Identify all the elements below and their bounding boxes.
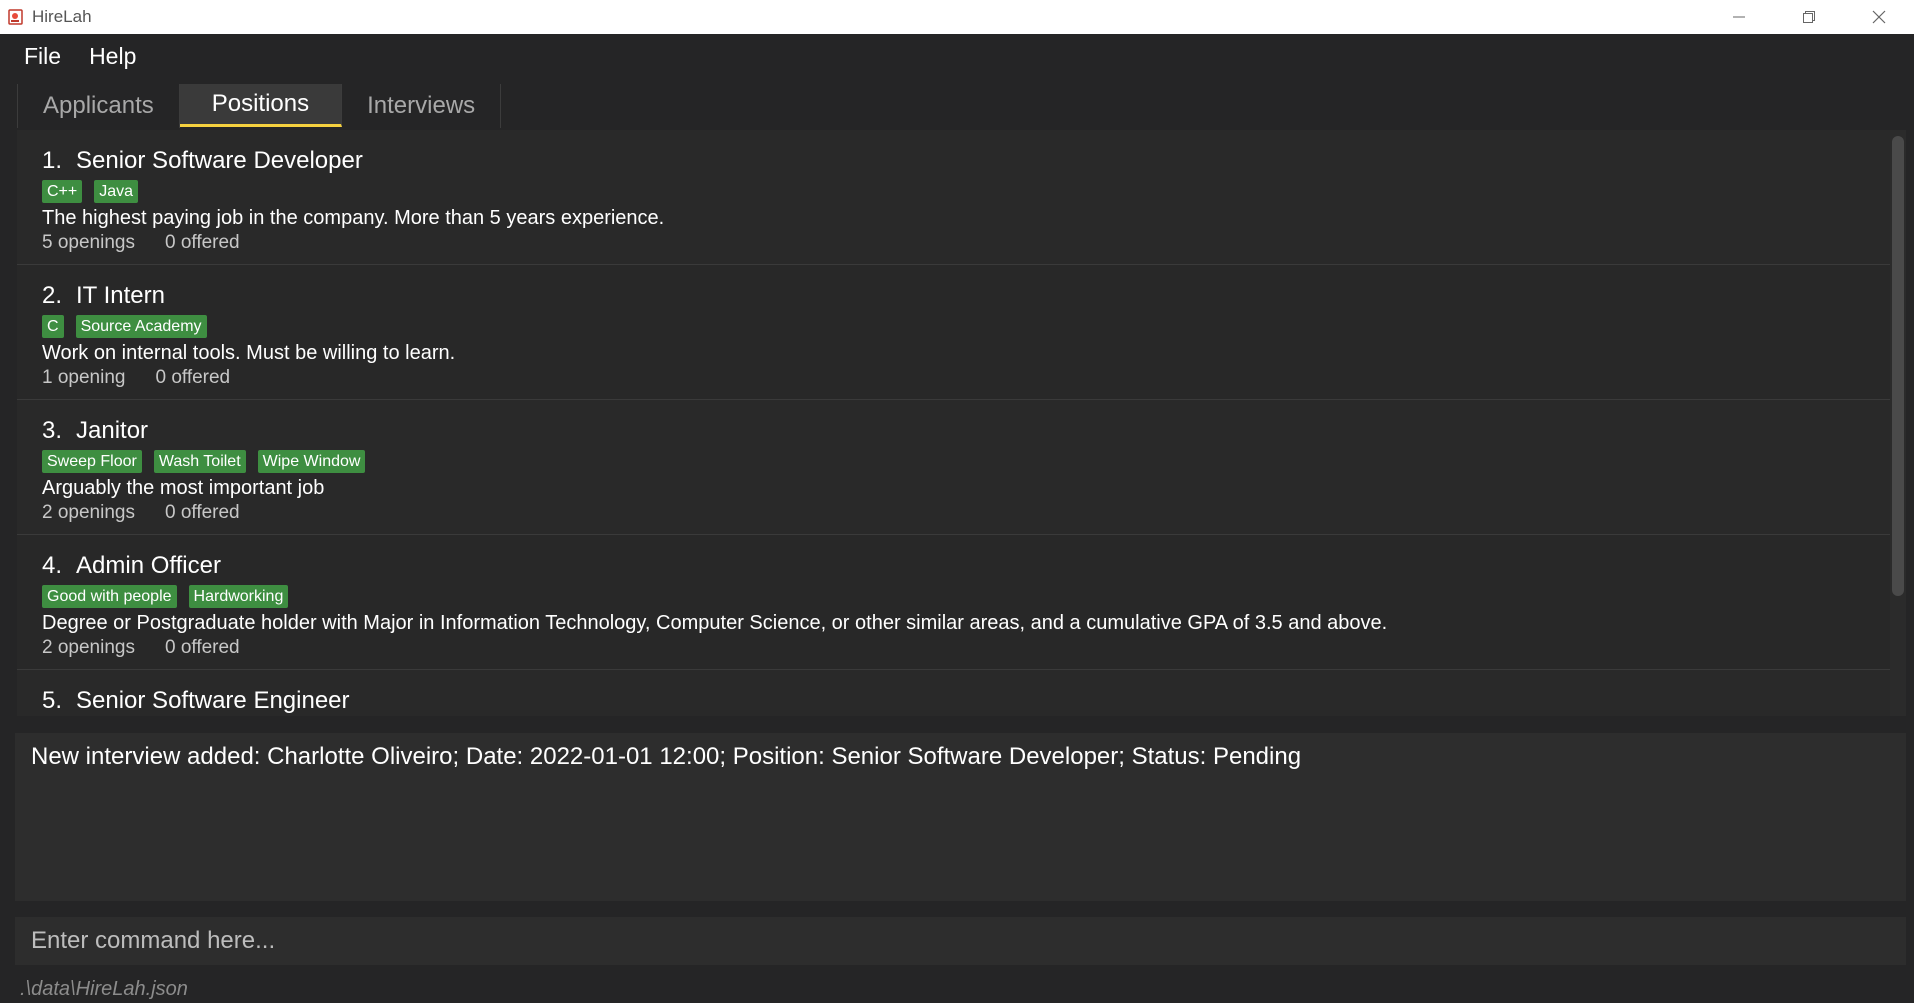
tab-bar: Applicants Positions Interviews xyxy=(17,84,502,128)
position-description: Work on internal tools. Must be willing … xyxy=(42,342,456,364)
position-index: 3. xyxy=(42,417,63,444)
menu-bar: File Help xyxy=(0,34,1914,78)
openings-count: 5 openings xyxy=(42,232,135,253)
tag-badge: Good with people xyxy=(42,585,177,608)
result-display: New interview added: Charlotte Oliveiro;… xyxy=(15,733,1906,901)
status-bar-file-path: .\data\HireLah.json xyxy=(20,978,188,1000)
menu-help[interactable]: Help xyxy=(89,43,136,70)
position-title: Janitor xyxy=(76,417,149,444)
offered-count: 0 offered xyxy=(164,232,240,253)
tag-badge: C xyxy=(42,315,64,338)
tag-badge: Source Academy xyxy=(75,315,207,338)
close-button[interactable] xyxy=(1844,0,1914,34)
window-title: HireLah xyxy=(32,7,92,26)
tag-badge: Wipe Window xyxy=(257,450,366,473)
position-title: IT Intern xyxy=(76,282,165,309)
app-logo-icon xyxy=(7,8,25,26)
position-index: 5. xyxy=(42,687,63,714)
tab-positions[interactable]: Positions xyxy=(179,84,343,127)
position-title: Admin Officer xyxy=(76,552,221,579)
position-title: Senior Software Developer xyxy=(76,147,363,174)
menu-file[interactable]: File xyxy=(24,43,61,70)
tag-badge: C++ xyxy=(42,180,83,203)
tag-badge: Wash Toilet xyxy=(153,450,246,473)
positions-list[interactable]: 1. Senior Software Developer C++ Java Th… xyxy=(17,130,1906,716)
command-input[interactable] xyxy=(31,917,1906,965)
tag-badge: Sweep Floor xyxy=(42,450,142,473)
offered-count: 0 offered xyxy=(164,502,240,523)
tag-badge: Java xyxy=(94,180,139,203)
position-description: The highest paying job in the company. M… xyxy=(42,207,665,229)
result-message: New interview added: Charlotte Oliveiro;… xyxy=(31,743,1302,770)
offered-count: 0 offered xyxy=(155,367,231,388)
close-icon xyxy=(1872,10,1886,24)
tag-badge: Hardworking xyxy=(188,585,289,608)
restore-button[interactable] xyxy=(1774,0,1844,34)
position-index: 1. xyxy=(42,147,63,174)
command-box[interactable] xyxy=(15,917,1906,965)
list-scrollbar[interactable] xyxy=(1890,130,1906,716)
tab-applicants[interactable]: Applicants xyxy=(17,84,180,128)
restore-icon xyxy=(1803,11,1815,23)
position-index: 4. xyxy=(42,552,63,579)
list-item[interactable]: 2. IT Intern C Source Academy Work on in… xyxy=(17,265,1906,400)
list-item[interactable]: 1. Senior Software Developer C++ Java Th… xyxy=(17,130,1906,265)
offered-count: 0 offered xyxy=(164,637,240,658)
title-bar: HireLah xyxy=(0,0,1914,34)
openings-count: 2 openings xyxy=(42,637,135,658)
openings-count: 2 openings xyxy=(42,502,135,523)
position-index: 2. xyxy=(42,282,63,309)
openings-count: 1 opening xyxy=(42,367,126,388)
list-item[interactable]: 4. Admin Officer Good with people Hardwo… xyxy=(17,535,1906,670)
minimize-button[interactable] xyxy=(1704,0,1774,34)
tab-interviews[interactable]: Interviews xyxy=(342,84,502,128)
list-item[interactable]: 5. Senior Software Engineer xyxy=(17,670,1906,716)
position-description: Arguably the most important job xyxy=(42,477,325,499)
list-item[interactable]: 3. Janitor Sweep Floor Wash Toilet Wipe … xyxy=(17,400,1906,535)
position-title: Senior Software Engineer xyxy=(76,687,350,714)
minimize-icon xyxy=(1733,16,1745,18)
position-description: Degree or Postgraduate holder with Major… xyxy=(42,612,1388,634)
scrollbar-thumb[interactable] xyxy=(1892,136,1904,596)
